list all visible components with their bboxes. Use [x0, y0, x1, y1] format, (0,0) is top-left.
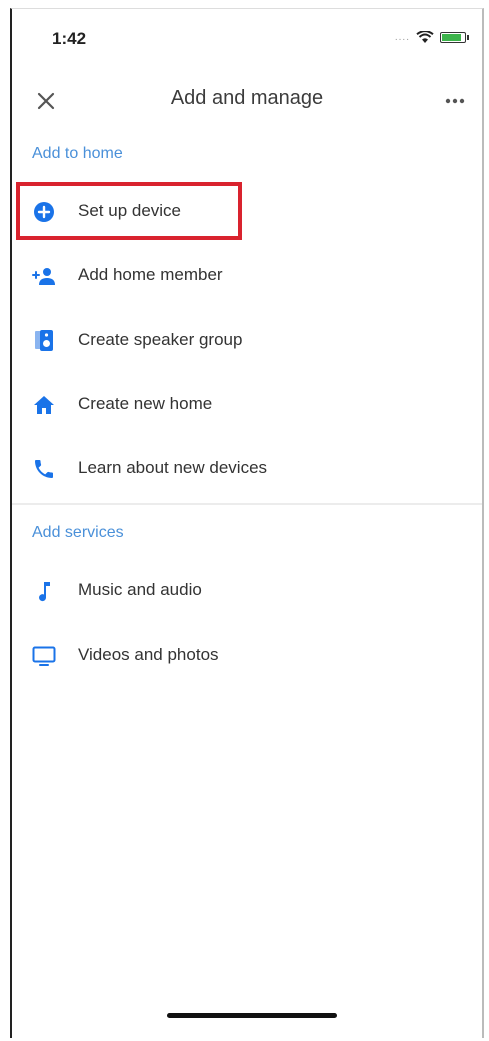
more-options-button[interactable] [438, 85, 472, 117]
menu-item-label: Create new home [78, 394, 213, 413]
tv-icon [32, 646, 56, 666]
menu-item-create-speaker-group[interactable]: Create speaker group [12, 313, 482, 369]
wifi-icon [416, 31, 434, 43]
section-divider [12, 503, 482, 505]
more-horizontal-icon [445, 98, 465, 104]
menu-item-videos-and-photos[interactable]: Videos and photos [12, 628, 482, 684]
battery-level [442, 34, 462, 41]
menu-item-add-home-member[interactable]: Add home member [12, 248, 482, 304]
menu-item-label: Add home member [78, 265, 223, 284]
phone-icon [35, 460, 53, 478]
music-note-icon [39, 582, 50, 602]
section-header-add-to-home: Add to home [32, 145, 123, 162]
signal-dots: .... [394, 32, 410, 43]
status-icons: .... [394, 31, 469, 44]
status-bar: 1:42 .... [12, 9, 482, 59]
menu-item-label: Create speaker group [78, 330, 243, 349]
menu-item-label: Videos and photos [78, 645, 219, 664]
top-app-bar: Add and manage [12, 71, 482, 131]
speaker-icon [35, 330, 53, 351]
section-header-add-services: Add services [32, 524, 124, 541]
battery-icon [440, 32, 469, 43]
home-indicator[interactable] [167, 1013, 337, 1018]
highlight-box [16, 182, 242, 240]
page-title: Add and manage [170, 87, 324, 109]
home-icon [34, 396, 54, 414]
menu-item-music-and-audio[interactable]: Music and audio [12, 563, 482, 619]
menu-item-create-new-home[interactable]: Create new home [12, 377, 482, 433]
add-person-icon [32, 268, 55, 285]
app-screen: 1:42 .... Add and manage Add to home Set… [10, 8, 484, 1038]
menu-item-label: Learn about new devices [78, 458, 268, 477]
menu-item-learn-about-new-devices[interactable]: Learn about new devices [12, 441, 482, 497]
status-time: 1:42 [52, 29, 87, 48]
menu-item-label: Music and audio [78, 580, 202, 599]
